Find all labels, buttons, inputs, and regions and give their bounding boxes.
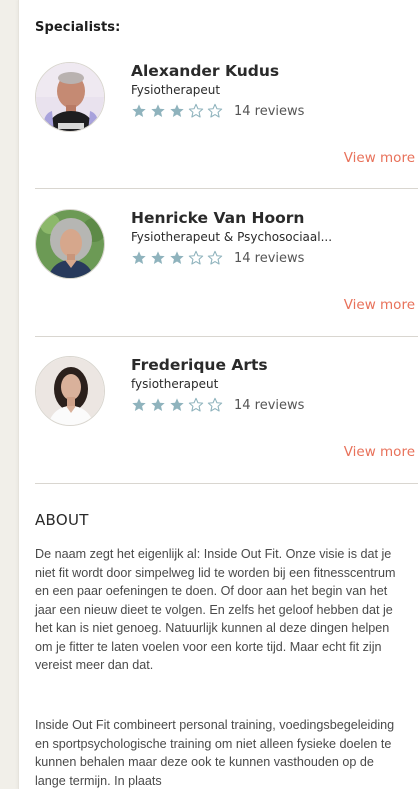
view-more-link[interactable]: View more — [344, 444, 415, 460]
rating: 14 reviews — [131, 249, 304, 267]
star-filled-icon — [131, 397, 147, 413]
specialist-name[interactable]: Henricke Van Hoorn — [131, 209, 304, 227]
star-filled-icon — [131, 250, 147, 266]
specialists-card: Specialists: Alexander Kudus Fysiotherap… — [18, 0, 418, 789]
review-count: 14 reviews — [234, 397, 305, 413]
about-title: ABOUT — [35, 511, 89, 529]
star-empty-icon — [188, 250, 204, 266]
rating: 14 reviews — [131, 102, 304, 120]
star-filled-icon — [150, 397, 166, 413]
star-empty-icon — [207, 250, 223, 266]
avatar[interactable] — [35, 62, 105, 132]
section-title: Specialists: — [35, 20, 121, 35]
specialist-role: fysiotherapeut — [131, 377, 219, 391]
specialist-name[interactable]: Frederique Arts — [131, 356, 268, 374]
star-filled-icon — [131, 103, 147, 119]
specialist-name[interactable]: Alexander Kudus — [131, 62, 279, 80]
review-count: 14 reviews — [234, 250, 305, 266]
star-filled-icon — [169, 250, 185, 266]
specialist-item: Frederique Arts fysiotherapeut 14 review… — [19, 334, 418, 481]
avatar[interactable] — [35, 356, 105, 426]
star-filled-icon — [150, 250, 166, 266]
specialist-item: Alexander Kudus Fysiotherapeut 14 review… — [19, 40, 418, 187]
specialist-role: Fysiotherapeut — [131, 83, 221, 97]
about-paragraph: De naam zegt het eigenlijk al: Inside Ou… — [35, 547, 396, 672]
specialist-role: Fysiotherapeut & Psychosociaal... — [131, 230, 333, 244]
star-empty-icon — [188, 103, 204, 119]
avatar[interactable] — [35, 209, 105, 279]
star-empty-icon — [207, 397, 223, 413]
about-paragraph: Inside Out Fit combineert personal train… — [35, 718, 395, 788]
rating: 14 reviews — [131, 396, 304, 414]
star-empty-icon — [207, 103, 223, 119]
view-more-link[interactable]: View more — [344, 297, 415, 313]
star-empty-icon — [188, 397, 204, 413]
review-count: 14 reviews — [234, 103, 305, 119]
star-filled-icon — [150, 103, 166, 119]
divider — [35, 483, 418, 484]
star-filled-icon — [169, 397, 185, 413]
star-filled-icon — [169, 103, 185, 119]
specialist-item: Henricke Van Hoorn Fysiotherapeut & Psyc… — [19, 187, 418, 334]
view-more-link[interactable]: View more — [344, 150, 415, 166]
